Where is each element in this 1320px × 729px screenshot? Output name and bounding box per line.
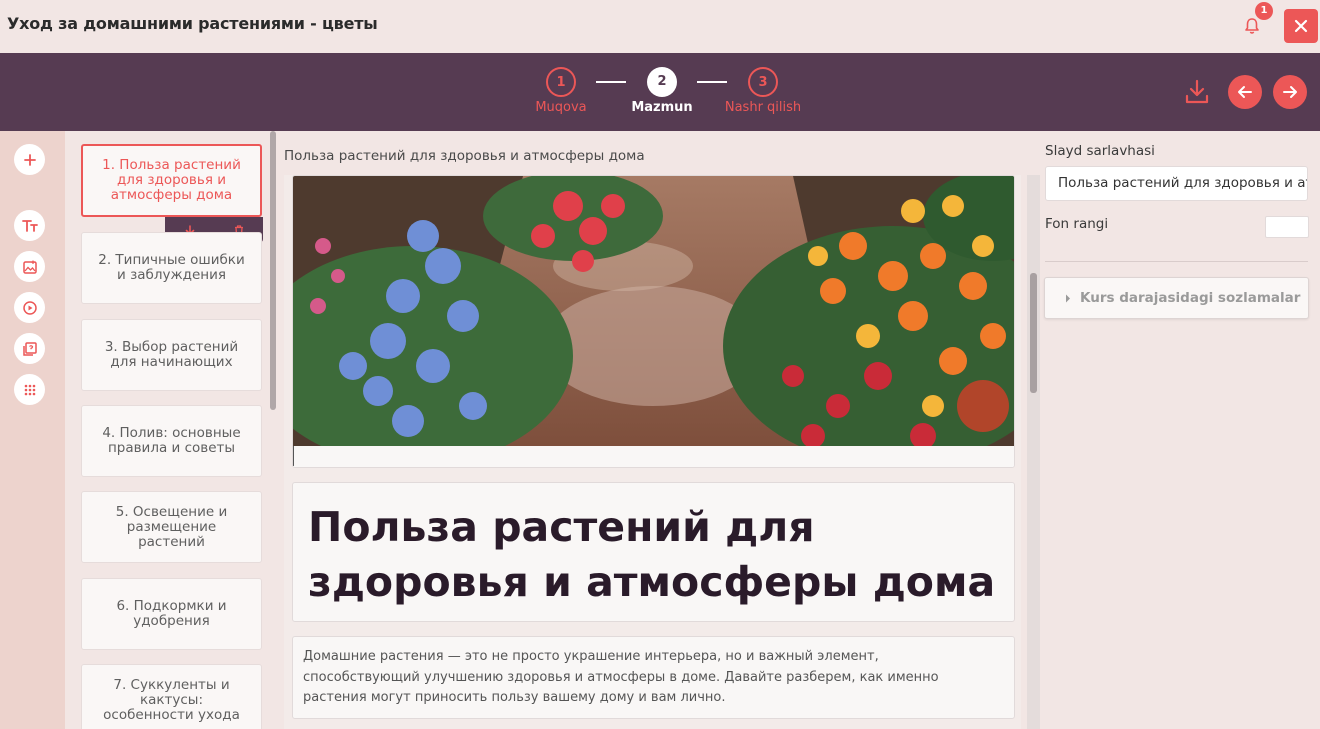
step-label: Nashr qilish — [724, 100, 802, 115]
add-text-button[interactable] — [14, 210, 45, 241]
slide-title-label: Slayd sarlavhasi — [1045, 143, 1155, 159]
image-block[interactable] — [292, 175, 1015, 468]
text-icon — [21, 219, 38, 232]
slide-card-7[interactable]: 7. Суккуленты и кактусы: особенности ухо… — [81, 664, 262, 729]
slide-card-label: 1. Польза растений для здоровья и атмосф… — [102, 157, 241, 203]
download-icon — [1185, 79, 1209, 104]
slide-card-4[interactable]: 4. Полив: основные правила и советы — [81, 405, 262, 477]
title-bar: Уход за домашними растениями - цветы 1 — [0, 0, 1320, 53]
add-slide-button[interactable] — [14, 144, 45, 175]
add-image-button[interactable] — [14, 251, 45, 282]
properties-panel: Slayd sarlavhasi Польза растений для здо… — [1040, 131, 1320, 729]
bg-color-picker[interactable] — [1265, 216, 1309, 238]
slide-card-label: 3. Выбор растений для начинающих — [104, 339, 239, 370]
image-icon — [22, 260, 37, 274]
slide-heading: Польза растений для здоровья и атмосферы… — [308, 503, 996, 606]
step-cover[interactable]: 1 Muqova — [516, 67, 606, 115]
slide-editor: Польза растений для здоровья и атмосферы… — [278, 131, 1040, 729]
slide-card-label: 7. Суккуленты и кактусы: особенности ухо… — [103, 676, 240, 723]
plus-icon — [23, 153, 36, 166]
caret-right-icon — [1066, 294, 1070, 303]
course-settings-label: Kurs darajasidagi sozlamalar — [1080, 290, 1301, 306]
slide-list: 1. Польза растений для здоровья и атмосф… — [65, 131, 278, 729]
previous-button[interactable] — [1228, 75, 1262, 109]
step-content[interactable]: 2 Mazmun — [617, 67, 707, 115]
slide-title-input[interactable]: Польза растений для здоровья и атмосферы… — [1045, 166, 1308, 201]
slide-card-2[interactable]: 2. Типичные ошибки и заблуждения — [81, 232, 262, 304]
notification-badge: 1 — [1255, 2, 1273, 20]
arrow-right-icon — [1283, 86, 1297, 98]
next-button[interactable] — [1273, 75, 1307, 109]
arrow-left-icon — [1238, 86, 1252, 98]
step-label: Muqova — [535, 100, 587, 115]
video-icon — [22, 300, 37, 315]
grid-icon — [24, 384, 35, 395]
slide-card-5[interactable]: 5. Освещение и размещение растений — [81, 491, 262, 563]
stepper-bar: 1 Muqova 2 Mazmun 3 Nashr qilish — [0, 53, 1320, 131]
app-title: Уход за домашними растениями - цветы — [7, 14, 378, 33]
add-grid-button[interactable] — [14, 374, 45, 405]
slide-card-label: 5. Освещение и размещение растений — [115, 503, 228, 550]
editor-slide-title: Польза растений для здоровья и атмосферы… — [284, 148, 645, 164]
garden-flowers-image — [293, 176, 1014, 467]
step-label: Mazmun — [631, 100, 693, 115]
slide-canvas: Польза растений для здоровья и атмосферы… — [284, 175, 1021, 729]
slide-list-scrollbar[interactable] — [270, 131, 276, 410]
slide-card-6[interactable]: 6. Подкормки и удобрения — [81, 578, 262, 650]
panel-divider — [1045, 261, 1308, 262]
slide-card-3[interactable]: 3. Выбор растений для начинающих — [81, 319, 262, 391]
tool-rail — [0, 131, 65, 729]
step-number: 3 — [748, 67, 778, 97]
slide-card-1[interactable]: 1. Польза растений для здоровья и атмосф… — [81, 144, 262, 217]
course-settings-accordion[interactable]: Kurs darajasidagi sozlamalar — [1044, 277, 1309, 319]
quiz-icon — [22, 341, 37, 356]
bg-color-label: Fon rangi — [1045, 216, 1109, 232]
heading-block[interactable]: Польза растений для здоровья и атмосферы… — [292, 482, 1015, 622]
step-number: 1 — [546, 67, 576, 97]
close-button[interactable] — [1284, 9, 1318, 43]
editor-scrollbar-thumb[interactable] — [1030, 273, 1037, 393]
slide-card-label: 6. Подкормки и удобрения — [116, 598, 227, 629]
add-quiz-button[interactable] — [14, 333, 45, 364]
slide-card-label: 4. Полив: основные правила и советы — [102, 425, 241, 456]
editor-scrollbar[interactable] — [1027, 175, 1040, 729]
step-publish[interactable]: 3 Nashr qilish — [718, 67, 808, 115]
close-icon — [1294, 19, 1308, 33]
add-video-button[interactable] — [14, 292, 45, 323]
paragraph-block[interactable]: Домашние растения — это не просто украше… — [292, 636, 1015, 719]
slide-card-label: 2. Типичные ошибки и заблуждения — [98, 252, 245, 283]
slide-paragraph: Домашние растения — это не просто украше… — [303, 649, 939, 705]
download-button[interactable] — [1183, 78, 1211, 106]
step-number: 2 — [647, 67, 677, 97]
